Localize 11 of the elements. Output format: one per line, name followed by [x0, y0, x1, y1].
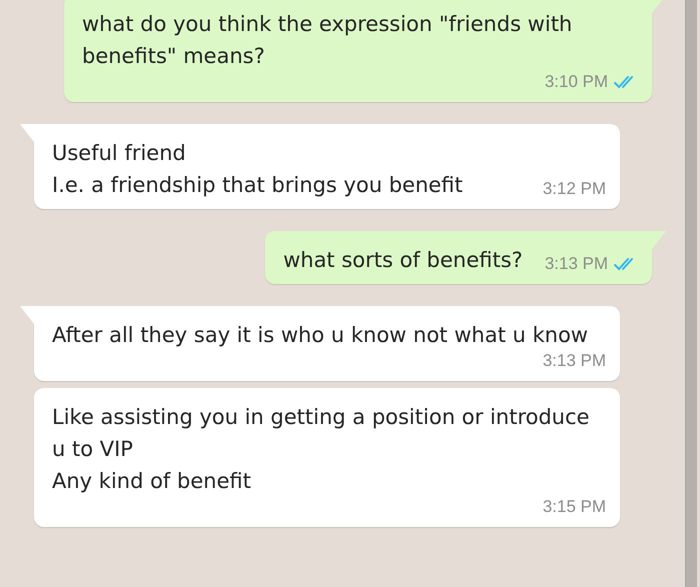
message-text: Useful friend I.e. a friendship that brings you benefit [52, 140, 463, 199]
message-text: Like assisting you in getting a position or introduce u to VIP Any kind of benefit [52, 404, 590, 495]
message-time: 3:15 PM [542, 497, 606, 517]
scrollbar[interactable] [685, 0, 697, 587]
message-text: what sorts of benefits? [283, 247, 523, 274]
message-time: 3:10 PM [544, 72, 608, 92]
message-time: 3:13 PM [544, 254, 608, 274]
message-text: After all they say it is who u know not what u know [52, 322, 588, 349]
message-time: 3:12 PM [542, 179, 606, 199]
message-text: what do you think the expression "friends with benefits" means? [82, 11, 574, 70]
message-time: 3:13 PM [542, 351, 606, 371]
